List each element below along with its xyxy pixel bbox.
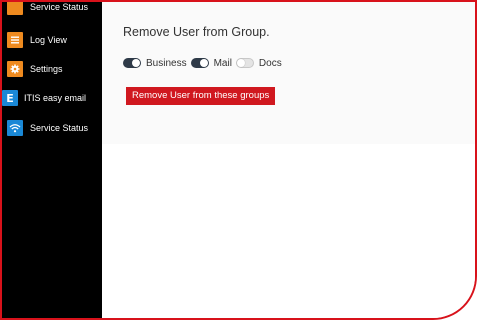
sidebar-item-service-status-top[interactable]: Service Status — [2, 2, 102, 17]
sidebar-item-itis-easy-email[interactable]: E ITIS easy email — [2, 88, 102, 108]
toggle-switch[interactable] — [123, 58, 141, 68]
sidebar-item-label: ITIS easy email — [24, 93, 87, 103]
log-list-icon — [7, 32, 23, 48]
toggle-label: Docs — [258, 57, 282, 69]
toggle-switch[interactable] — [235, 58, 254, 68]
main-content: Remove User from Group. Business Mail Do… — [102, 2, 475, 318]
sidebar-item-settings[interactable]: Settings — [2, 59, 102, 79]
group-toggle-mail[interactable]: Mail — [190, 57, 236, 69]
toggle-switch[interactable] — [190, 58, 209, 68]
e-letter-icon: E — [2, 90, 18, 106]
content-panel: Remove User from Group. Business Mail Do… — [102, 2, 475, 144]
gear-icon — [7, 61, 23, 77]
toggle-label: Business — [146, 57, 187, 69]
sidebar-item-label: Service Status — [30, 123, 89, 133]
sidebar-item-log-view[interactable]: Log View — [2, 30, 102, 50]
sidebar-item-label: Log View — [30, 35, 67, 45]
toggle-label: Mail — [213, 57, 232, 69]
sidebar-item-label: Settings — [30, 64, 63, 74]
group-toggle-business[interactable]: Business — [123, 58, 191, 69]
wifi-icon — [7, 120, 23, 136]
remove-from-groups-button[interactable]: Remove User from these groups — [126, 87, 276, 105]
group-toggles: Business Mail Docs — [123, 56, 286, 70]
sidebar-item-label: Service Status — [30, 2, 89, 12]
group-toggle-docs[interactable]: Docs — [235, 57, 286, 69]
service-status-icon — [7, 2, 23, 15]
page-title: Remove User from Group. — [123, 25, 270, 39]
sidebar-item-service-status[interactable]: Service Status — [2, 118, 102, 138]
app-frame: Service Status Log View Settings E ITIS … — [0, 0, 477, 320]
sidebar: Service Status Log View Settings E ITIS … — [2, 2, 102, 318]
